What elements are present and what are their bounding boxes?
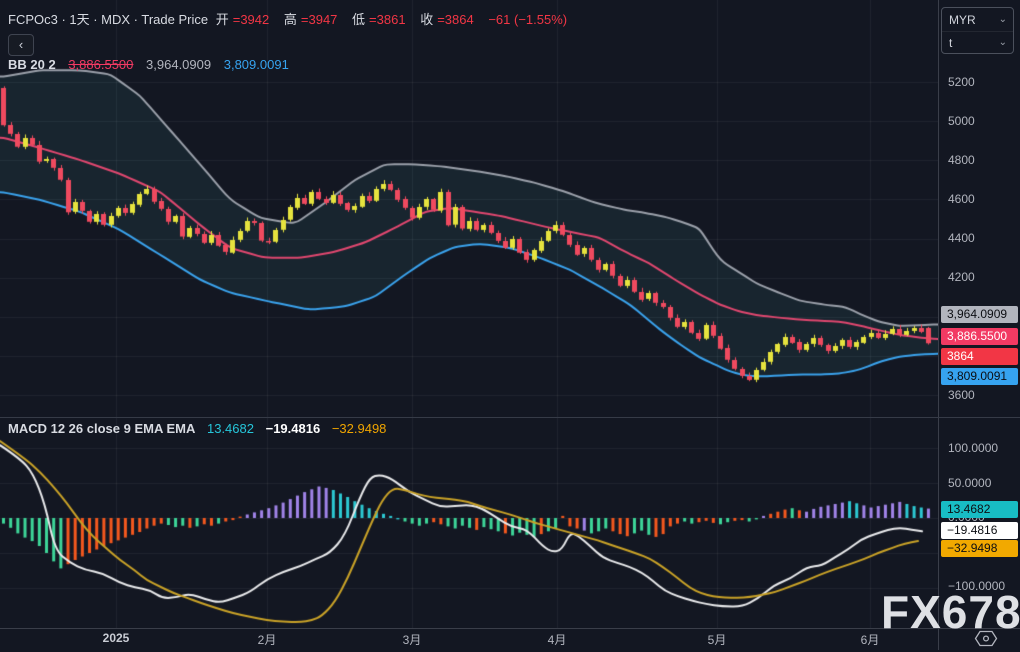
pane-separator[interactable] bbox=[0, 417, 1020, 418]
price-label-chip: 3,886.5500 bbox=[941, 328, 1018, 345]
time-axis-label: 6月 bbox=[861, 631, 880, 648]
chevron-down-icon: ⌄ bbox=[999, 38, 1007, 48]
bb-upper-value: 3,964.0909 bbox=[146, 57, 211, 72]
bb-lower-value: 3,809.0091 bbox=[224, 57, 289, 72]
time-axis-label: 2025 bbox=[103, 631, 130, 645]
price-axis-tick: 5000 bbox=[948, 114, 975, 128]
ohlc-open: 开=3942 bbox=[216, 12, 274, 27]
macd-pane-canvas[interactable] bbox=[0, 417, 938, 628]
back-chevron-icon: ‹ bbox=[19, 37, 23, 52]
ohlc-high: 高=3947 bbox=[284, 12, 342, 27]
price-axis-tick: 4200 bbox=[948, 270, 975, 284]
bb-indicator-legend[interactable]: BB 20 2 3,886.5500 3,964.0909 3,809.0091 bbox=[8, 57, 298, 72]
macd-label-chip: −19.4816 bbox=[941, 522, 1018, 539]
macd-axis-tick: 100.0000 bbox=[948, 441, 998, 455]
macd-label-chip: 13.4682 bbox=[941, 501, 1018, 518]
price-axis-tick: 4400 bbox=[948, 231, 975, 245]
chevron-down-icon: ⌄ bbox=[999, 15, 1007, 25]
time-axis-label: 4月 bbox=[548, 631, 567, 648]
price-label-chip: 3,809.0091 bbox=[941, 368, 1018, 385]
price-axis-tick: 4600 bbox=[948, 192, 975, 206]
price-axis[interactable]: 5200 5000 4800 4600 4400 4200 3600 100.0000 50.0… bbox=[939, 0, 1020, 628]
macd-axis-tick: 50.0000 bbox=[948, 476, 991, 490]
time-axis-label: 2月 bbox=[258, 631, 277, 648]
macd-line-value: −19.4816 bbox=[266, 421, 321, 436]
macd-signal-value: −32.9498 bbox=[332, 421, 387, 436]
price-label-chip: 3,964.0909 bbox=[941, 306, 1018, 323]
macd-axis-tick: −100.0000 bbox=[948, 579, 1005, 593]
macd-indicator-legend[interactable]: MACD 12 26 close 9 EMA EMA 13.4682 −19.4… bbox=[8, 421, 394, 436]
price-axis-tick: 4800 bbox=[948, 153, 975, 167]
unit-select[interactable]: t ⌄ bbox=[942, 31, 1013, 54]
time-axis-label: 3月 bbox=[403, 631, 422, 648]
axis-settings-icon[interactable] bbox=[972, 630, 1000, 647]
bb-basis-value: 3,886.5500 bbox=[68, 57, 133, 72]
back-button[interactable]: ‹ bbox=[8, 34, 34, 56]
ohlc-close: 收=3864 bbox=[420, 12, 478, 27]
macd-title: MACD 12 26 close 9 EMA EMA bbox=[8, 421, 195, 436]
symbol-header[interactable]: FCPOc3 · 1天 · MDX · Trade Price 开=3942 高… bbox=[8, 9, 571, 28]
macd-label-chip: −32.9498 bbox=[941, 540, 1018, 557]
time-axis[interactable]: 2025 2月 3月 4月 5月 6月 bbox=[0, 629, 1020, 650]
unit-controls: MYR ⌄ t ⌄ bbox=[941, 7, 1014, 54]
price-axis-tick: 5200 bbox=[948, 75, 975, 89]
price-axis-tick: 3600 bbox=[948, 388, 975, 402]
change-value: −61 (−1.55%) bbox=[488, 12, 567, 27]
symbol-title: FCPOc3 · 1天 · MDX · Trade Price bbox=[8, 12, 208, 27]
price-label-chip: 3864 bbox=[941, 348, 1018, 365]
time-axis-label: 5月 bbox=[708, 631, 727, 648]
ohlc-low: 低=3861 bbox=[352, 12, 410, 27]
bb-title: BB 20 2 bbox=[8, 57, 56, 72]
currency-select[interactable]: MYR ⌄ bbox=[942, 8, 1013, 31]
macd-hist-value: 13.4682 bbox=[207, 421, 254, 436]
